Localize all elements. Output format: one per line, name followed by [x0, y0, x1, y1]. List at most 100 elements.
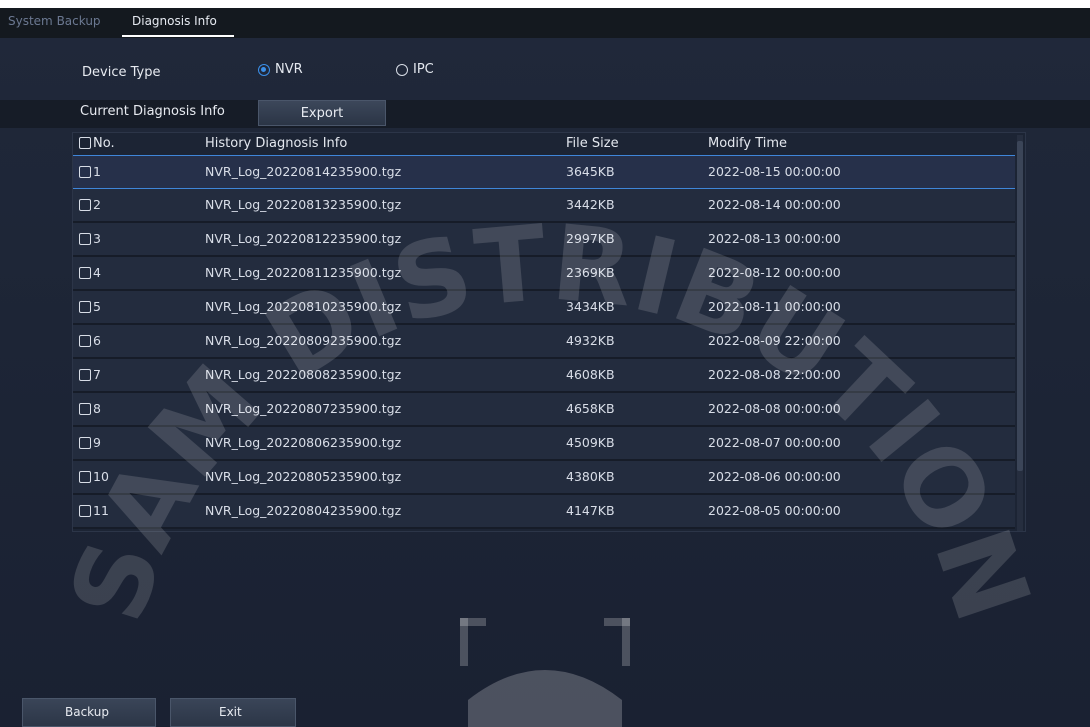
row-filename: NVR_Log_20220811235900.tgz	[205, 265, 402, 280]
row-no-label: 6	[93, 333, 101, 348]
row-filesize: 4380KB	[566, 469, 615, 484]
row-filesize: 3442KB	[566, 197, 615, 212]
row-no: 11	[79, 503, 109, 518]
row-no-label: 3	[93, 231, 101, 246]
row-checkbox[interactable]	[79, 335, 91, 347]
row-filename: NVR_Log_20220806235900.tgz	[205, 435, 402, 450]
scrollbar[interactable]	[1017, 135, 1023, 531]
row-filesize: 4509KB	[566, 435, 615, 450]
row-checkbox[interactable]	[79, 403, 91, 415]
row-no: 7	[79, 367, 101, 382]
row-filesize: 4147KB	[566, 503, 615, 518]
row-checkbox[interactable]	[79, 166, 91, 178]
row-no: 9	[79, 435, 101, 450]
tab-diagnosis-info[interactable]: Diagnosis Info	[132, 14, 217, 28]
row-no: 2	[79, 197, 101, 212]
active-tab-indicator	[122, 35, 234, 37]
row-checkbox[interactable]	[79, 369, 91, 381]
row-filename: NVR_Log_20220813235900.tgz	[205, 197, 402, 212]
row-modify-time: 2022-08-08 00:00:00	[708, 401, 841, 416]
row-checkbox[interactable]	[79, 437, 91, 449]
row-filename: NVR_Log_20220810235900.tgz	[205, 299, 402, 314]
row-modify-time: 2022-08-09 22:00:00	[708, 333, 841, 348]
header-name: History Diagnosis Info	[205, 136, 348, 151]
radio-nvr[interactable]: NVR	[258, 62, 303, 77]
row-no-label: 10	[93, 469, 109, 484]
row-checkbox[interactable]	[79, 233, 91, 245]
table-row[interactable]: 11 NVR_Log_20220804235900.tgz 4147KB 2022-0…	[73, 495, 1015, 529]
row-no: 8	[79, 401, 101, 416]
header-size: File Size	[566, 136, 619, 151]
row-modify-time: 2022-08-06 00:00:00	[708, 469, 841, 484]
row-no-label: 2	[93, 197, 101, 212]
row-filesize: 4932KB	[566, 333, 615, 348]
row-modify-time: 2022-08-12 00:00:00	[708, 265, 841, 280]
row-filename: NVR_Log_20220809235900.tgz	[205, 333, 402, 348]
radio-unchecked-icon	[396, 63, 408, 76]
row-checkbox[interactable]	[79, 505, 91, 517]
header-no-label: No.	[93, 136, 115, 151]
row-modify-time: 2022-08-05 00:00:00	[708, 503, 841, 518]
table-row[interactable]: 9 NVR_Log_20220806235900.tgz 4509KB 2022-08…	[73, 427, 1015, 461]
table-row[interactable]: 7 NVR_Log_20220808235900.tgz 4608KB 2022-08…	[73, 359, 1015, 393]
row-filename: NVR_Log_20220812235900.tgz	[205, 231, 402, 246]
row-no-label: 7	[93, 367, 101, 382]
row-checkbox[interactable]	[79, 471, 91, 483]
tab-system-backup[interactable]: System Backup	[8, 14, 101, 28]
row-checkbox[interactable]	[79, 199, 91, 211]
row-no-label: 11	[93, 503, 109, 518]
export-button[interactable]: Export	[258, 100, 386, 126]
tab-bar: System Backup Diagnosis Info	[0, 8, 1090, 38]
row-modify-time: 2022-08-14 00:00:00	[708, 197, 841, 212]
radio-ipc[interactable]: IPC	[396, 62, 434, 77]
device-type-row: Device Type NVR IPC	[0, 40, 1090, 100]
header-time: Modify Time	[708, 136, 788, 151]
scrollbar-thumb[interactable]	[1017, 141, 1023, 471]
row-filesize: 2997KB	[566, 231, 615, 246]
table-row[interactable]: 8 NVR_Log_20220807235900.tgz 4658KB 2022-08…	[73, 393, 1015, 427]
table-row[interactable]: 4 NVR_Log_20220811235900.tgz 2369KB 2022-08…	[73, 257, 1015, 291]
row-filesize: 4608KB	[566, 367, 615, 382]
row-no: 1	[79, 164, 101, 179]
table-header: No. History Diagnosis Info File Size Mod…	[73, 133, 1015, 155]
backup-button[interactable]: Backup	[22, 698, 156, 727]
row-modify-time: 2022-08-15 00:00:00	[708, 164, 841, 179]
row-checkbox[interactable]	[79, 301, 91, 313]
table-row[interactable]: 10 NVR_Log_20220805235900.tgz 4380KB 2022-0…	[73, 461, 1015, 495]
table-row[interactable]: 6 NVR_Log_20220809235900.tgz 4932KB 2022-08…	[73, 325, 1015, 359]
table-row[interactable]: 5 NVR_Log_20220810235900.tgz 3434KB 2022-08…	[73, 291, 1015, 325]
row-no-label: 1	[93, 164, 101, 179]
device-type-label: Device Type	[82, 65, 161, 80]
row-modify-time: 2022-08-11 00:00:00	[708, 299, 841, 314]
row-filesize: 2369KB	[566, 265, 615, 280]
row-filename: NVR_Log_20220807235900.tgz	[205, 401, 402, 416]
row-modify-time: 2022-08-13 00:00:00	[708, 231, 841, 246]
row-checkbox[interactable]	[79, 267, 91, 279]
row-no: 4	[79, 265, 101, 280]
current-diagnosis-label: Current Diagnosis Info	[80, 104, 225, 119]
table-row[interactable]: 2 NVR_Log_20220813235900.tgz 3442KB 2022-08…	[73, 189, 1015, 223]
radio-checked-icon	[258, 63, 270, 76]
select-all-checkbox[interactable]	[79, 137, 91, 149]
row-no-label: 9	[93, 435, 101, 450]
exit-button[interactable]: Exit	[170, 698, 296, 727]
row-no-label: 5	[93, 299, 101, 314]
row-no-label: 4	[93, 265, 101, 280]
row-modify-time: 2022-08-08 22:00:00	[708, 367, 841, 382]
row-no: 10	[79, 469, 109, 484]
row-no: 6	[79, 333, 101, 348]
row-no: 3	[79, 231, 101, 246]
row-filename: NVR_Log_20220814235900.tgz	[205, 164, 402, 179]
table-row[interactable]: 1 NVR_Log_20220814235900.tgz 3645KB 2022-08…	[73, 155, 1015, 189]
radio-nvr-label: NVR	[275, 62, 303, 77]
row-no-label: 8	[93, 401, 101, 416]
diagnosis-window: System Backup Diagnosis Info Device Type…	[0, 8, 1090, 727]
row-filesize: 3434KB	[566, 299, 615, 314]
history-diagnosis-table: No. History Diagnosis Info File Size Mod…	[72, 132, 1026, 532]
radio-ipc-label: IPC	[413, 62, 434, 77]
table-row[interactable]: 3 NVR_Log_20220812235900.tgz 2997KB 2022-08…	[73, 223, 1015, 257]
row-filename: NVR_Log_20220804235900.tgz	[205, 503, 402, 518]
current-diagnosis-row: Current Diagnosis Info Export	[0, 100, 1090, 128]
row-modify-time: 2022-08-07 00:00:00	[708, 435, 841, 450]
row-filename: NVR_Log_20220808235900.tgz	[205, 367, 402, 382]
